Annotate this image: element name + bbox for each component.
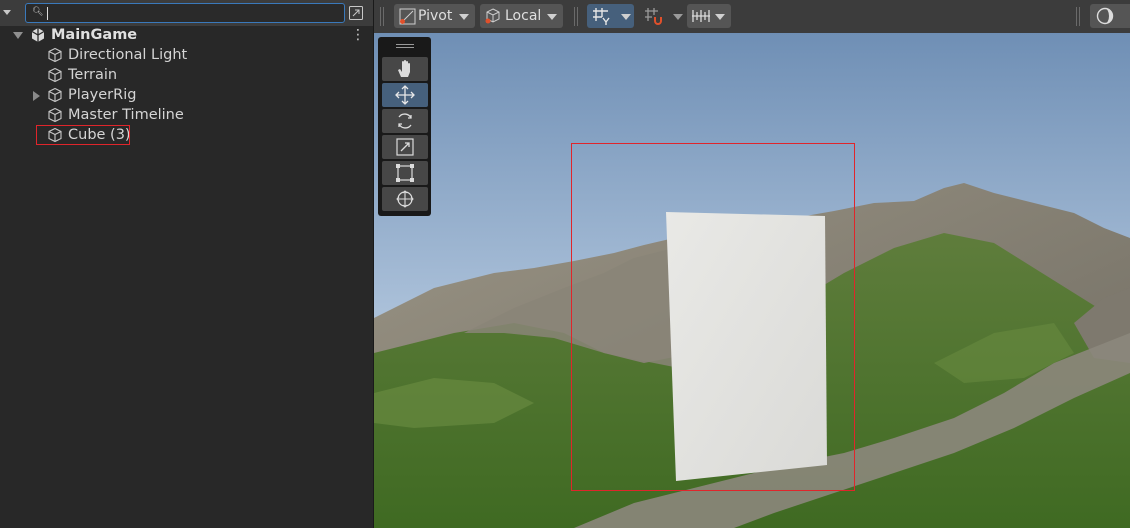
overlay-drag-handle[interactable] (396, 44, 414, 45)
snap-magnet-icon (644, 7, 664, 33)
scale-tool-button[interactable] (382, 135, 428, 159)
pivot-icon (399, 8, 416, 33)
transform-tools-overlay (378, 37, 431, 216)
selection-highlight (571, 143, 855, 491)
rotate-icon (398, 113, 412, 129)
more-options-icon[interactable]: ⋮ (351, 28, 365, 42)
scale-icon (396, 138, 414, 156)
scene-name: MainGame (51, 27, 138, 43)
hierarchy-item-playerrig[interactable]: PlayerRig (0, 85, 373, 105)
space-label: Local (505, 8, 542, 24)
rect-tool-button[interactable] (382, 161, 428, 185)
pivot-label: Pivot (418, 8, 453, 24)
transform-tool-button[interactable] (382, 187, 428, 211)
search-icon: 🔍︎ (32, 7, 44, 17)
search-scope-icon[interactable] (347, 4, 365, 22)
grid-snap-toggle[interactable] (587, 4, 617, 28)
add-menu-dropdown[interactable] (3, 10, 11, 15)
toolbar-grip[interactable] (380, 7, 384, 26)
scene-toolbar: Pivot Local (374, 0, 1130, 33)
pivot-dropdown[interactable]: Pivot (394, 4, 475, 28)
search-field[interactable]: 🔍︎ (25, 3, 345, 23)
ruler-icon (691, 8, 711, 32)
item-label: Master Timeline (68, 107, 184, 123)
highlight-box (36, 125, 130, 145)
toolbar-separator (574, 7, 578, 26)
shading-sphere-icon (1096, 7, 1114, 33)
grid-snap-icon (592, 7, 612, 33)
scene-row[interactable]: MainGame ⋮ (0, 25, 373, 45)
local-space-icon (484, 7, 502, 33)
hand-icon (398, 60, 410, 77)
move-tool-button[interactable] (382, 83, 428, 107)
transform-all-icon (396, 190, 414, 208)
hierarchy-item-master-timeline[interactable]: Master Timeline (0, 105, 373, 125)
item-label: Directional Light (68, 47, 188, 63)
space-dropdown[interactable]: Local (480, 4, 563, 28)
move-icon (395, 85, 415, 105)
overlay-drag-handle[interactable] (396, 47, 414, 48)
increment-snap-dropdown[interactable] (669, 4, 686, 28)
hierarchy-item-directional-light[interactable]: Directional Light (0, 45, 373, 65)
ruler-dropdown[interactable] (687, 4, 731, 28)
chevron-down-icon (673, 14, 683, 20)
grid-snap-dropdown[interactable] (617, 4, 634, 28)
hand-tool-button[interactable] (382, 57, 428, 81)
chevron-down-icon (621, 14, 631, 20)
rect-transform-icon (396, 164, 414, 182)
chevron-down-icon (459, 14, 469, 20)
expand-arrow-icon[interactable] (33, 91, 40, 101)
collapse-arrow-icon[interactable] (13, 32, 23, 39)
chevron-down-icon (547, 14, 557, 20)
text-cursor (47, 7, 48, 20)
toolbar-separator (1076, 7, 1080, 26)
hierarchy-item-terrain[interactable]: Terrain (0, 65, 373, 85)
draw-mode-dropdown[interactable] (1090, 4, 1130, 28)
item-label: PlayerRig (68, 87, 137, 103)
chevron-down-icon (715, 14, 725, 20)
increment-snap-toggle[interactable] (639, 4, 669, 28)
hierarchy-toolbar: 🔍︎ (0, 0, 373, 26)
hierarchy-panel: 🔍︎ MainGame ⋮ Directional Light Terrain (0, 0, 373, 528)
item-label: Terrain (68, 67, 118, 83)
search-input[interactable] (46, 5, 336, 20)
rotate-tool-button[interactable] (382, 109, 428, 133)
